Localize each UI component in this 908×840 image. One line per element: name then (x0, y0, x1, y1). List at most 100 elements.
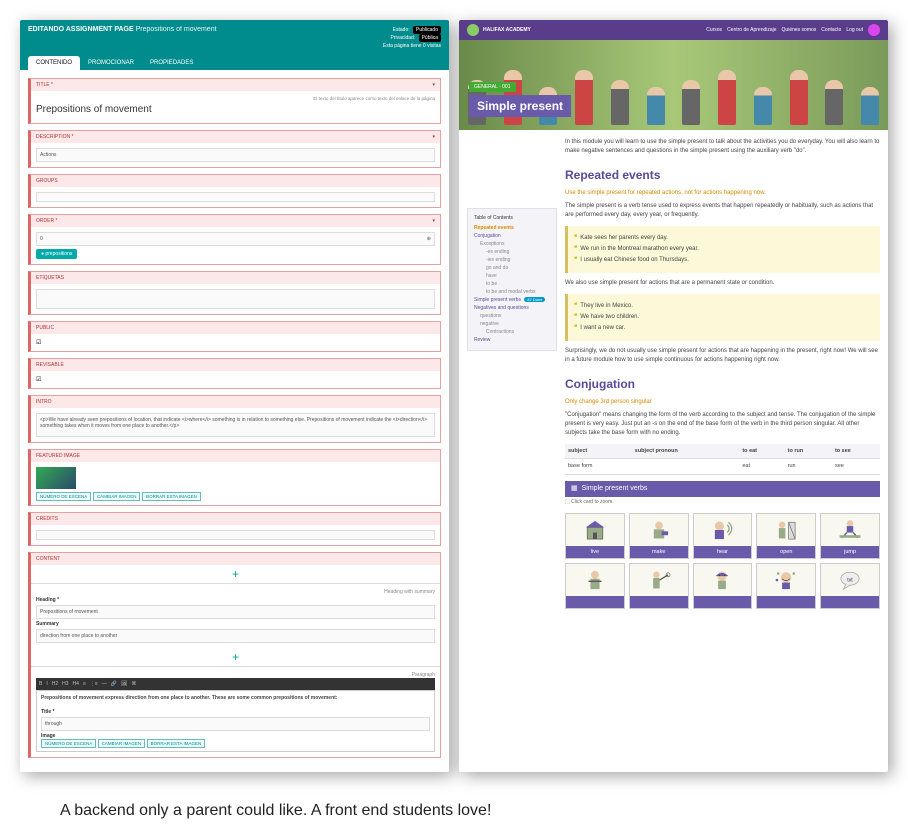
toc-simple-verbs[interactable]: Simple present verbs 87 Done (474, 296, 550, 304)
add-block-button[interactable]: + (31, 648, 440, 666)
toc-negatives[interactable]: Negatives and questions (474, 304, 550, 312)
feat-label: FEATURED IMAGE (36, 453, 80, 459)
toc-questions[interactable]: questions (474, 312, 550, 320)
toc-conjugation[interactable]: Conjugation (474, 232, 550, 240)
checkbox-public[interactable]: ☑ (36, 340, 41, 346)
nav-quienes[interactable]: Quiénes somos (782, 27, 817, 33)
privacy-value[interactable]: Pública (419, 34, 441, 42)
scene-number-button[interactable]: NÚMERO DE ESCENA (41, 739, 96, 748)
callout-1: Use the simple present for repeated acti… (565, 189, 880, 198)
public-label: PUBLIC (36, 325, 54, 331)
paragraph-1: The simple present is a verb tense used … (565, 202, 880, 220)
image-icon[interactable]: 🖼 (121, 681, 127, 687)
section-etiquetas: ETIQUETAS (28, 271, 441, 315)
card-live[interactable]: live (565, 513, 625, 559)
toc-review[interactable]: Review (474, 336, 550, 344)
card-label (694, 596, 752, 608)
tab-contenido[interactable]: CONTENIDO (28, 56, 80, 70)
toc-contractions[interactable]: Contractions (474, 328, 550, 336)
status-value[interactable]: Publicado (413, 26, 441, 34)
card-make[interactable]: make (629, 513, 689, 559)
inner-title-input[interactable]: through (41, 717, 430, 731)
h2-icon[interactable]: H2 (52, 681, 58, 687)
tab-propiedades[interactable]: PROPIEDADES (142, 56, 201, 70)
order-chip[interactable]: ● prepositions (36, 249, 77, 259)
collapse-icon[interactable]: ▾ (432, 134, 435, 140)
card-7[interactable] (629, 563, 689, 609)
scene-number-button[interactable]: NÚMERO DE ESCENA (36, 492, 91, 501)
change-image-button[interactable]: CAMBIAR IMAGEN (98, 739, 146, 748)
card-label (566, 596, 624, 608)
nav-cursos[interactable]: Cursos (706, 27, 722, 33)
delete-image-button[interactable]: BORRAR ESTA IMAGEN (147, 739, 206, 748)
section-credits: CREDITS (28, 512, 441, 546)
toc-exceptions[interactable]: Exceptions (474, 240, 550, 248)
card-10[interactable]: txt (820, 563, 880, 609)
collapse-icon[interactable]: ▾ (432, 82, 435, 88)
desc-input[interactable]: Actions (36, 148, 435, 162)
toc-have[interactable]: have (474, 272, 550, 280)
intro-label: INTRO (36, 399, 52, 405)
card-open[interactable]: open (756, 513, 816, 559)
featured-thumbnail[interactable] (36, 467, 76, 489)
credits-input[interactable] (36, 530, 435, 540)
italic-icon[interactable]: I (46, 681, 47, 687)
card-jump[interactable]: jump (820, 513, 880, 559)
logout-link[interactable]: Log out (846, 27, 863, 33)
checkbox-revisable[interactable]: ☑ (36, 377, 41, 383)
quote-icon: ❝ (574, 314, 577, 320)
collapse-icon[interactable]: ▾ (432, 218, 435, 224)
add-block-button[interactable]: + (31, 565, 440, 583)
link-icon[interactable]: 🔗 (111, 681, 117, 687)
card-9[interactable] (756, 563, 816, 609)
embed-icon[interactable]: ⌘ (131, 681, 136, 687)
list-icon[interactable]: ≡ (83, 681, 86, 687)
avatar-icon[interactable] (868, 24, 880, 36)
callout-2: Only change 3rd person singular (565, 398, 880, 407)
content-area: Table of Contents Repeated events Conjug… (459, 130, 888, 617)
stepper-icon[interactable]: ⊕ (427, 236, 431, 242)
groups-input[interactable] (36, 192, 435, 202)
heading-conjugation: Conjugation (565, 375, 880, 393)
toc-es-ending[interactable]: -es ending (474, 248, 550, 256)
h4-icon[interactable]: H4 (73, 681, 79, 687)
nav-centro[interactable]: Centro de Aprendizaje (727, 27, 776, 33)
nav-contacto[interactable]: Contacto (821, 27, 841, 33)
bold-icon[interactable]: B (39, 681, 42, 687)
toc-repeated-events[interactable]: Repeated events (474, 224, 550, 232)
page-title: EDITANDO ASSIGNMENT PAGE Prepositions of… (28, 26, 217, 33)
example-1a: Kate sees her parents every day. (580, 235, 668, 241)
numlist-icon[interactable]: ⋮≡ (90, 681, 98, 687)
order-input[interactable]: 0 (40, 236, 43, 242)
change-image-button[interactable]: CAMBIAR IMAGEN (93, 492, 141, 501)
th-eat: to eat (739, 444, 784, 459)
card-label: make (630, 546, 688, 558)
card-8[interactable] (693, 563, 753, 609)
summary-input[interactable]: direction from one place to another (36, 629, 435, 643)
example-1b: We run in the Montreal marathon every ye… (580, 246, 699, 252)
delete-image-button[interactable]: BORRAR ESTA IMAGEN (142, 492, 201, 501)
rte-toolbar[interactable]: BI H2 H3 H4 ≡ ⋮≡ — 🔗 🖼 ⌘ (36, 678, 435, 690)
content-label: CONTENT (36, 556, 60, 562)
toc-go-do[interactable]: go and do (474, 264, 550, 272)
title-input[interactable]: Prepositions of movement (36, 101, 435, 118)
comparison-wrap: EDITANDO ASSIGNMENT PAGE Prepositions of… (0, 0, 908, 792)
heading-input[interactable]: Prepositions of movement (36, 605, 435, 619)
intro-input[interactable]: <p>We have already seen prepositions of … (36, 413, 435, 437)
rte-editor[interactable]: Prepositions of movement express directi… (36, 690, 435, 752)
h3-icon[interactable]: H3 (62, 681, 68, 687)
order-label: ORDER * (36, 218, 57, 224)
th-see: to see (832, 444, 880, 459)
toc-negative[interactable]: negative (474, 320, 550, 328)
toc-modal[interactable]: to be and modal verbs (474, 288, 550, 296)
tab-promocionar[interactable]: PROMOCIONAR (80, 56, 142, 70)
hr-icon[interactable]: — (102, 681, 107, 687)
brand-name[interactable]: HALIFAX ACADEMY (483, 27, 531, 33)
toc-tobe[interactable]: to be (474, 280, 550, 288)
title-label: TITLE * (36, 82, 53, 88)
toc-ies-ending[interactable]: -ies ending (474, 256, 550, 264)
card-hear[interactable]: hear (693, 513, 753, 559)
logo-icon[interactable] (467, 24, 479, 36)
card-6[interactable] (565, 563, 625, 609)
etiq-input[interactable] (36, 289, 435, 309)
